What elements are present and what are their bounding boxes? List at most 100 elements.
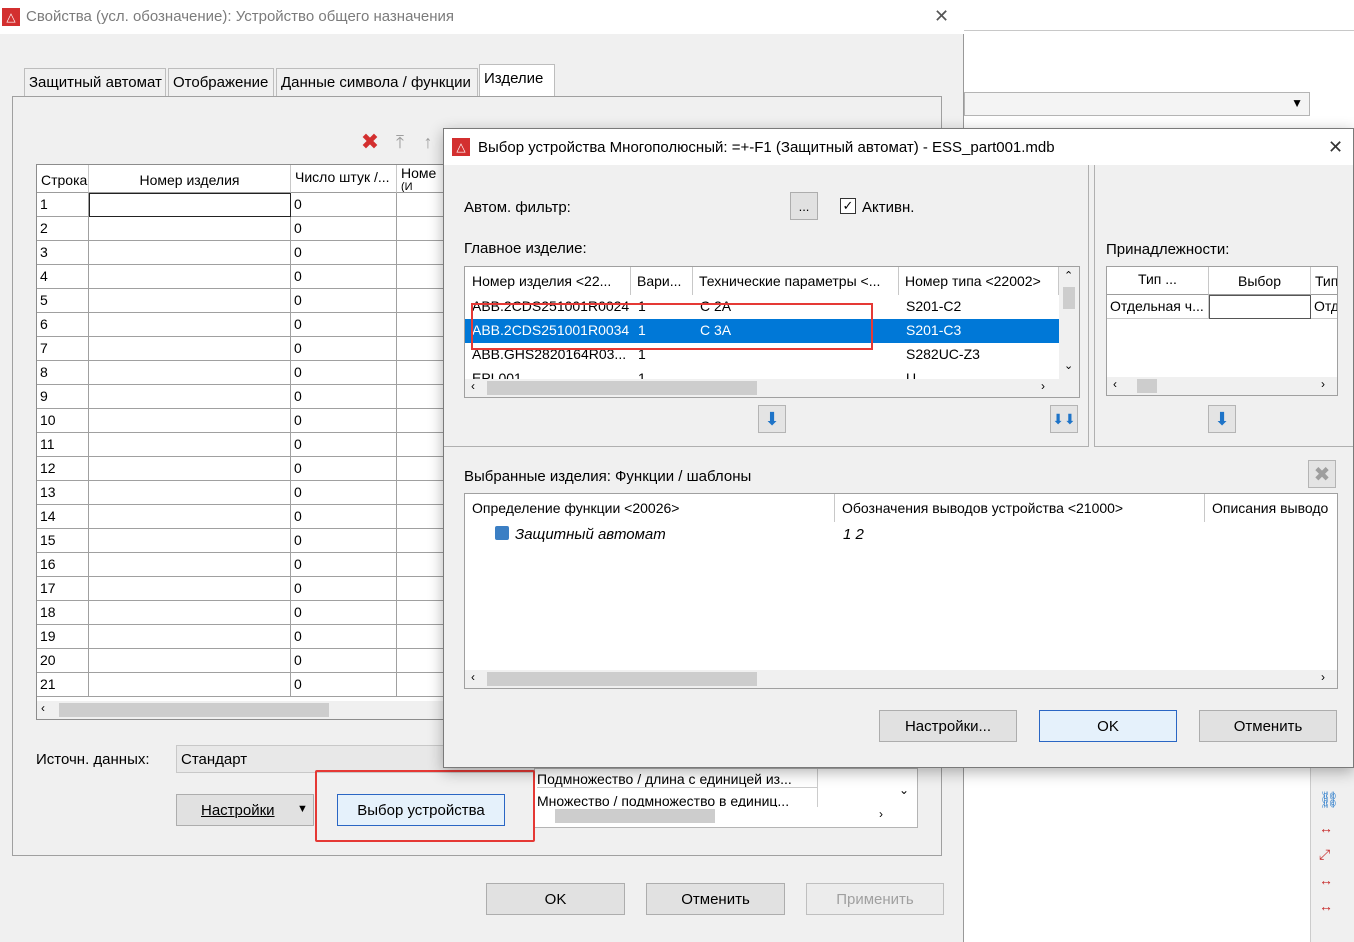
- count-cell[interactable]: 0: [291, 409, 397, 433]
- part-number-cell[interactable]: [89, 649, 291, 673]
- number-cell[interactable]: [397, 601, 443, 625]
- part-number-cell[interactable]: [89, 433, 291, 457]
- number-cell[interactable]: [397, 289, 443, 313]
- count-cell[interactable]: 0: [291, 481, 397, 505]
- move-down-icon[interactable]: ⬇: [758, 405, 786, 433]
- move-up-icon[interactable]: ↑: [418, 132, 438, 152]
- part-number-cell[interactable]: [89, 313, 291, 337]
- function-name[interactable]: Защитный автомат: [515, 526, 666, 543]
- scroll-thumb[interactable]: [59, 703, 329, 717]
- part-number-cell[interactable]: [89, 361, 291, 385]
- part-number-cell[interactable]: [89, 385, 291, 409]
- col-header-type2[interactable]: Тип: [1311, 267, 1337, 295]
- part-number-cell[interactable]: [89, 241, 291, 265]
- dimension-icon[interactable]: ↔: [1319, 898, 1333, 914]
- table-row[interactable]: 90: [37, 385, 443, 409]
- number-cell[interactable]: [397, 217, 443, 241]
- table-row[interactable]: 13 0: [37, 481, 443, 505]
- ok-button[interactable]: OK: [486, 883, 625, 915]
- number-cell[interactable]: [397, 649, 443, 673]
- number-cell[interactable]: [397, 265, 443, 289]
- count-cell[interactable]: 0: [291, 337, 397, 361]
- part-number-cell[interactable]: [89, 265, 291, 289]
- table-row[interactable]: 10: [37, 193, 443, 217]
- part-number-cell[interactable]: [89, 553, 291, 577]
- part-number-cell[interactable]: [89, 289, 291, 313]
- list-hscrollbar[interactable]: ›: [535, 807, 917, 825]
- count-cell[interactable]: 0: [291, 457, 397, 481]
- number-cell[interactable]: [397, 337, 443, 361]
- popup-cancel-button[interactable]: Отменить: [1199, 710, 1337, 742]
- chevron-up-icon[interactable]: ⌃: [1064, 269, 1073, 282]
- table-row[interactable]: 70: [37, 337, 443, 361]
- count-cell[interactable]: 0: [291, 673, 397, 697]
- part-number-cell[interactable]: [89, 409, 291, 433]
- part-number-cell[interactable]: [89, 505, 291, 529]
- main-hscrollbar[interactable]: ‹ ›: [465, 379, 1079, 397]
- col-header-type[interactable]: Тип ...: [1107, 267, 1209, 295]
- number-cell[interactable]: [397, 313, 443, 337]
- table-row[interactable]: 18 0: [37, 601, 443, 625]
- table-row[interactable]: 17 0: [37, 577, 443, 601]
- close-icon[interactable]: ✕: [1328, 137, 1343, 158]
- col-header-select[interactable]: Выбор: [1209, 267, 1311, 295]
- dimension-icon[interactable]: ↔: [1319, 872, 1333, 888]
- part-number-cell[interactable]: [89, 577, 291, 601]
- dropdown-arrow-icon[interactable]: ▼: [297, 803, 308, 815]
- number-cell[interactable]: [397, 385, 443, 409]
- number-cell[interactable]: [397, 505, 443, 529]
- count-cell[interactable]: 0: [291, 529, 397, 553]
- table-row[interactable]: 19 0: [37, 625, 443, 649]
- table-row[interactable]: 12 0: [37, 457, 443, 481]
- col-header-terminals[interactable]: Обозначения выводов устройства <21000>: [835, 494, 1205, 522]
- settings-button[interactable]: Настройки ▼: [176, 794, 314, 826]
- count-cell[interactable]: 0: [291, 313, 397, 337]
- popup-settings-button[interactable]: Настройки...: [879, 710, 1017, 742]
- scroll-thumb[interactable]: [487, 381, 757, 395]
- scroll-thumb[interactable]: [487, 672, 757, 686]
- table-row[interactable]: EPL001 1 U...: [465, 367, 1059, 379]
- col-header-variant[interactable]: Вари...: [631, 267, 693, 295]
- scroll-thumb[interactable]: [1137, 379, 1157, 393]
- acc-select-input[interactable]: [1209, 295, 1311, 319]
- acc-cell[interactable]: Отдельная ч...: [1107, 295, 1209, 319]
- chevron-left-icon[interactable]: ‹: [1113, 377, 1117, 391]
- autofilter-button[interactable]: ...: [790, 192, 818, 220]
- count-cell[interactable]: 0: [291, 385, 397, 409]
- list-item[interactable]: Множество / подмножество в единиц...: [537, 793, 817, 807]
- count-cell[interactable]: 0: [291, 601, 397, 625]
- part-number-cell[interactable]: [89, 217, 291, 241]
- cancel-button[interactable]: Отменить: [646, 883, 785, 915]
- select-device-button[interactable]: Выбор устройства: [337, 794, 505, 826]
- link-icon[interactable]: ⛓: [1319, 790, 1339, 810]
- part-number-cell[interactable]: [89, 337, 291, 361]
- close-icon[interactable]: ✕: [934, 6, 949, 27]
- table-row[interactable]: 16 0: [37, 553, 443, 577]
- count-cell[interactable]: 0: [291, 433, 397, 457]
- number-cell[interactable]: [397, 457, 443, 481]
- number-cell[interactable]: [397, 529, 443, 553]
- number-cell[interactable]: [397, 433, 443, 457]
- part-number-cell[interactable]: [89, 625, 291, 649]
- table-row[interactable]: 50: [37, 289, 443, 313]
- col-header-terminal-desc[interactable]: Описания выводо: [1205, 494, 1337, 522]
- chevron-right-icon[interactable]: ›: [1041, 379, 1045, 393]
- move-down-icon[interactable]: ⬇: [1208, 405, 1236, 433]
- col-header-count[interactable]: Число штук /...: [291, 165, 397, 193]
- tab-protective-breaker[interactable]: Защитный автомат: [24, 68, 166, 96]
- count-cell[interactable]: 0: [291, 361, 397, 385]
- col-header-row[interactable]: Строка: [37, 165, 89, 193]
- bg-dropdown[interactable]: ▼: [964, 92, 1310, 116]
- chevron-down-icon[interactable]: ⌄: [1064, 359, 1073, 372]
- apply-button[interactable]: Применить: [806, 883, 944, 915]
- chevron-right-icon[interactable]: ›: [1321, 377, 1325, 391]
- table-row[interactable]: 20 0: [37, 649, 443, 673]
- col-header-type-number[interactable]: Номер типа <22002>: [899, 267, 1059, 295]
- delete-icon[interactable]: ✖: [360, 129, 380, 154]
- delete-icon[interactable]: ✖: [1308, 460, 1336, 488]
- number-cell[interactable]: [397, 673, 443, 697]
- part-number-cell[interactable]: [89, 481, 291, 505]
- chevron-down-icon[interactable]: ⌄: [899, 783, 909, 797]
- count-cell[interactable]: 0: [291, 217, 397, 241]
- chevron-left-icon[interactable]: ‹: [471, 379, 475, 393]
